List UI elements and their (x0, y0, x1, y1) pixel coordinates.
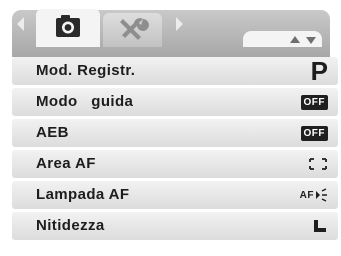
menu-item-nitidezza[interactable]: Nitidezza (12, 212, 338, 240)
menu-item-value: P (311, 57, 328, 85)
menu-item-label: Nitidezza (36, 217, 105, 234)
menu-item-label: AEB (36, 124, 69, 141)
menu-item-aeb[interactable]: AEB OFF (12, 119, 338, 147)
tab-left-arrow-icon[interactable] (17, 17, 24, 31)
program-mode-value: P (310, 56, 328, 86)
menu-item-value: AF (300, 181, 328, 209)
menu-item-value: OFF (300, 119, 328, 147)
camera-menu-screen: Mod. Registr. P Modo guida OFF AEB OFF A… (0, 0, 341, 256)
menu-item-label: Lampada AF (36, 186, 130, 203)
menu-item-value (312, 212, 328, 240)
menu-item-modo-guida[interactable]: Modo guida OFF (12, 88, 338, 116)
off-badge: OFF (300, 94, 328, 110)
tab-right-arrow-icon[interactable] (176, 17, 183, 31)
menu-item-mod-registr[interactable]: Mod. Registr. P (12, 57, 338, 85)
menu-item-label: Mod. Registr. (36, 62, 136, 79)
af-lamp-icon (316, 188, 327, 202)
tab-setup[interactable] (103, 13, 162, 47)
tab-camera[interactable] (36, 9, 100, 47)
menu-item-label: Modo guida (36, 93, 134, 110)
scroll-down-icon[interactable] (306, 37, 316, 44)
menu-item-value: OFF (300, 88, 328, 116)
sharpness-icon (314, 220, 326, 232)
scroll-up-icon[interactable] (290, 36, 300, 43)
menu-item-lampada-af[interactable]: Lampada AF AF (12, 181, 338, 209)
wrench-icon (120, 18, 149, 40)
menu-item-value (308, 150, 328, 178)
off-badge: OFF (300, 125, 328, 141)
camera-icon (56, 15, 80, 37)
menu-item-area-af[interactable]: Area AF (12, 150, 338, 178)
af-area-icon (309, 158, 327, 170)
af-lamp-text: AF (299, 189, 314, 201)
menu-item-label: Area AF (36, 155, 96, 172)
settings-menu-list: Mod. Registr. P Modo guida OFF AEB OFF A… (12, 57, 338, 243)
